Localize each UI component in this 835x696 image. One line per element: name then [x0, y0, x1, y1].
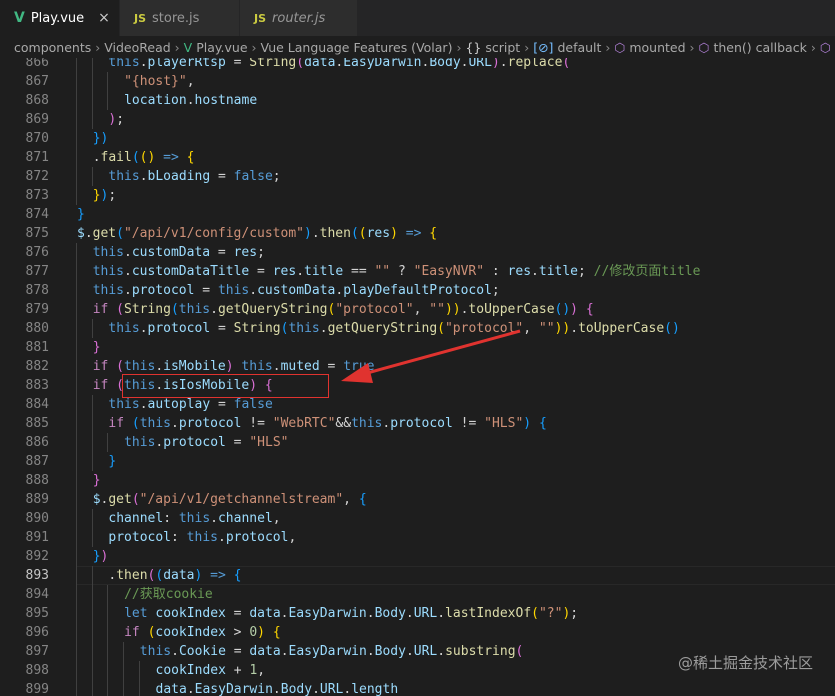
watermark: @稀土掘金技术社区 [677, 654, 813, 672]
annotation-arrow-icon [341, 329, 521, 383]
